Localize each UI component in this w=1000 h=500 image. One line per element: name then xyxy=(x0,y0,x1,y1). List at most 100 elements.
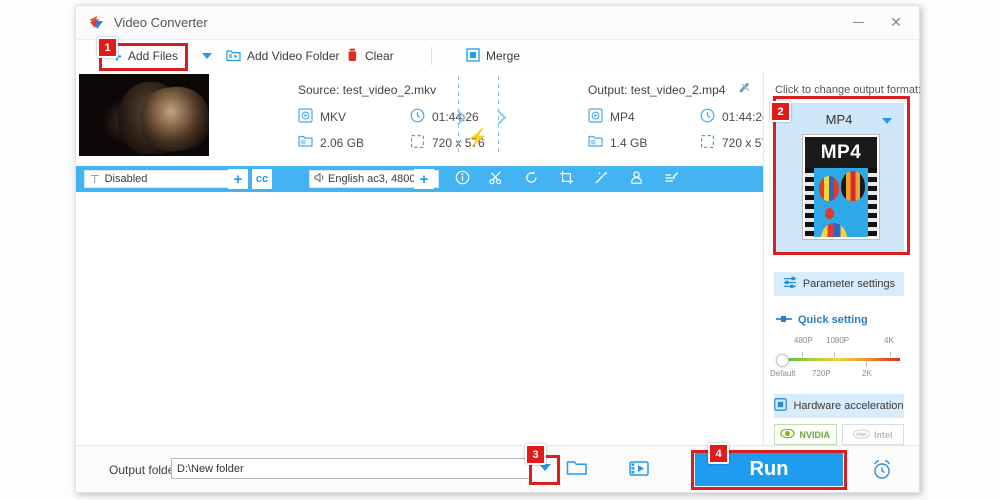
hardware-acceleration-label: Hardware acceleration xyxy=(793,400,903,412)
nvidia-eye-icon xyxy=(780,428,795,441)
gpu-intel-label: Intel xyxy=(874,430,893,440)
info-icon xyxy=(455,170,470,188)
output-format-label: MP4 xyxy=(610,110,635,124)
source-format-label: MKV xyxy=(320,110,346,124)
quality-label-default: Default xyxy=(770,369,795,378)
crop-icon xyxy=(559,170,574,188)
lightning-bolt-icon: ⚡ xyxy=(467,129,488,146)
output-duration: 01:44:26 xyxy=(700,108,769,126)
quality-label-2k: 2K xyxy=(862,369,872,378)
output-format: MP4 xyxy=(588,108,635,126)
add-files-dropdown[interactable] xyxy=(202,40,212,72)
watermark-button[interactable] xyxy=(627,170,645,188)
callout-badge-3: 3 xyxy=(525,444,546,465)
callout-badge-4: 4 xyxy=(708,443,729,464)
merge-label: Merge xyxy=(486,49,520,63)
quality-label-4k: 4K xyxy=(884,336,894,345)
clock-icon xyxy=(700,108,715,126)
subtitle-select[interactable]: ⊤ Disabled xyxy=(84,170,247,188)
gpu-options: NVIDIA intel Intel xyxy=(774,424,904,445)
gpu-nvidia-button[interactable]: NVIDIA xyxy=(774,424,837,445)
quality-slider-handle[interactable] xyxy=(776,354,789,367)
main-toolbar: + Add Files Add Video Folder xyxy=(76,40,919,73)
video-file-icon xyxy=(298,108,313,126)
sliders-icon xyxy=(783,276,797,292)
crop-button[interactable] xyxy=(557,170,575,188)
preview-button[interactable] xyxy=(628,459,650,479)
open-folder-button[interactable] xyxy=(566,459,588,479)
merge-squares-icon xyxy=(466,48,480,65)
output-duration-label: 01:44:26 xyxy=(722,110,769,124)
add-video-folder-label: Add Video Folder xyxy=(247,49,340,63)
preview-video-icon xyxy=(628,466,650,480)
add-video-folder-button[interactable]: Add Video Folder xyxy=(226,40,340,72)
minimize-button[interactable] xyxy=(839,6,877,38)
schedule-button[interactable] xyxy=(871,459,893,483)
folder-video-icon xyxy=(226,48,241,65)
subtitle-value: Disabled xyxy=(105,173,230,185)
page-title: Video Converter xyxy=(114,15,208,30)
close-icon[interactable]: ✕ xyxy=(877,6,915,38)
clear-label: Clear xyxy=(365,49,394,63)
video-file-icon xyxy=(588,108,603,126)
output-folder-value: D:\New folder xyxy=(177,463,244,475)
speaker-icon xyxy=(314,172,326,186)
parameter-settings-label: Parameter settings xyxy=(803,278,895,290)
clear-button[interactable]: Clear xyxy=(346,40,394,72)
rotate-button[interactable] xyxy=(522,170,540,188)
output-size: 1.4 GB xyxy=(588,134,647,151)
callout-badge-2: 2 xyxy=(770,101,791,122)
chip-icon xyxy=(774,398,787,414)
quality-label-480p: 480P xyxy=(794,336,813,345)
folder-icon xyxy=(298,134,313,151)
quality-label-1080p: 1080P xyxy=(826,336,849,345)
subtitle-edit-button[interactable] xyxy=(662,170,680,188)
alarm-clock-icon xyxy=(871,469,893,483)
svg-text:intel: intel xyxy=(856,432,867,438)
source-filename: Source: test_video_2.mkv xyxy=(298,83,436,97)
app-window: Video Converter ✕ + Add Files Add Video … xyxy=(75,5,920,493)
source-format: MKV xyxy=(298,108,346,126)
toolbar-divider xyxy=(431,47,432,65)
output-folder-input[interactable]: D:\New folder xyxy=(171,458,531,479)
source-size: 2.06 GB xyxy=(298,134,364,151)
hardware-acceleration-button[interactable]: Hardware acceleration xyxy=(774,394,904,418)
app-logo-icon xyxy=(88,15,104,31)
parameter-settings-button[interactable]: Parameter settings xyxy=(774,272,904,296)
subtitle-edit-icon xyxy=(664,170,679,188)
output-filename: Output: test_video_2.mp4 xyxy=(588,83,725,97)
quality-label-720p: 720P xyxy=(812,369,831,378)
output-format-hint: Click to change output format: xyxy=(775,84,921,96)
callout-box-2 xyxy=(773,96,910,255)
scissors-icon xyxy=(489,170,504,188)
folder-icon xyxy=(588,134,603,151)
title-bar: Video Converter ✕ xyxy=(76,6,919,40)
video-thumbnail[interactable] xyxy=(79,74,209,156)
subtitle-T-icon: ⊤ xyxy=(90,173,100,186)
add-subtitle-button[interactable]: + xyxy=(228,169,248,189)
callout-badge-1: 1 xyxy=(97,37,118,58)
audio-value: English ac3, 48000 H xyxy=(328,173,423,185)
chevron-down-icon xyxy=(202,53,212,59)
merge-button[interactable]: Merge xyxy=(466,40,520,72)
add-audio-button[interactable]: + xyxy=(414,169,434,189)
intel-icon: intel xyxy=(853,429,870,441)
remove-file-icon[interactable]: ✕ xyxy=(740,80,751,96)
quick-setting-header: Quick setting xyxy=(776,314,868,326)
slider-dot-icon xyxy=(776,314,792,326)
media-info-button[interactable] xyxy=(453,170,471,188)
watermark-icon xyxy=(629,170,644,188)
cc-icon: cc xyxy=(256,173,268,185)
source-duration: 01:44:26 xyxy=(410,108,479,126)
file-list-item[interactable]: Source: test_video_2.mkv MKV xyxy=(76,72,764,167)
rotate-icon xyxy=(524,170,539,188)
clock-icon xyxy=(410,108,425,126)
trash-icon xyxy=(346,48,359,65)
effects-button[interactable] xyxy=(592,170,610,188)
track-toolbar: ⊤ Disabled + cc English ac3, 48000 H xyxy=(76,166,764,192)
gpu-intel-button[interactable]: intel Intel xyxy=(842,424,905,445)
plus-icon: + xyxy=(234,171,243,188)
plus-icon: + xyxy=(420,171,429,188)
cut-button[interactable] xyxy=(487,170,505,188)
cc-button[interactable]: cc xyxy=(252,169,272,189)
